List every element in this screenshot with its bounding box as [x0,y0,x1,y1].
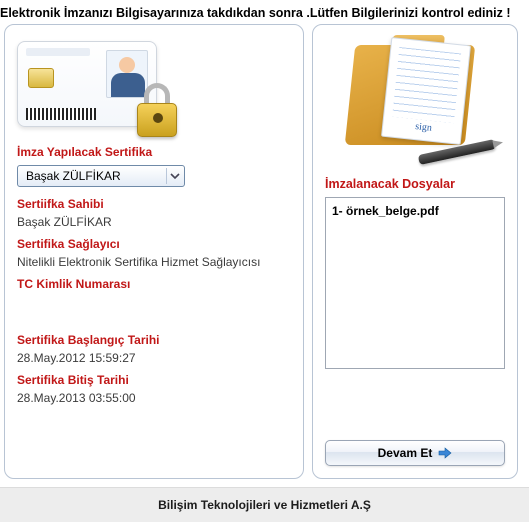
start-date-label: Sertifika Başlangıç Tarihi [17,333,291,347]
certificate-panel: İmza Yapılacak Sertifika Başak ZÜLFİKAR … [4,24,304,479]
certificate-select[interactable]: Başak ZÜLFİKAR [17,165,185,187]
owner-value: Başak ZÜLFİKAR [17,215,291,229]
smartcard-illustration [17,35,187,135]
files-panel: sign İmzalanacak Dosyalar 1- örnek_belge… [312,24,518,479]
file-list[interactable]: 1- örnek_belge.pdf [325,197,505,369]
continue-button[interactable]: Devam Et [325,440,505,466]
folder-illustration: sign [330,35,500,163]
lock-icon [137,83,177,137]
start-date-value: 28.May.2012 15:59:27 [17,351,291,365]
owner-label: Sertiifka Sahibi [17,197,291,211]
arrow-right-icon [438,446,452,460]
end-date-value: 28.May.2013 03:55:00 [17,391,291,405]
footer-company: Bilişim Teknolojileri ve Hizmetleri A.Ş [0,487,529,522]
tckn-label: TC Kimlik Numarası [17,277,291,291]
chevron-down-icon [166,168,182,184]
page-instruction: Elektronik İmzanızı Bilgisayarınıza takd… [0,0,529,24]
cert-select-label: İmza Yapılacak Sertifika [17,145,291,159]
end-date-label: Sertifika Bitiş Tarihi [17,373,291,387]
certificate-select-value: Başak ZÜLFİKAR [26,169,121,183]
continue-button-label: Devam Et [378,446,433,460]
provider-value: Nitelikli Elektronik Sertifika Hizmet Sa… [17,255,291,269]
files-title: İmzalanacak Dosyalar [325,177,505,191]
provider-label: Sertifika Sağlayıcı [17,237,291,251]
list-item[interactable]: 1- örnek_belge.pdf [332,202,498,220]
